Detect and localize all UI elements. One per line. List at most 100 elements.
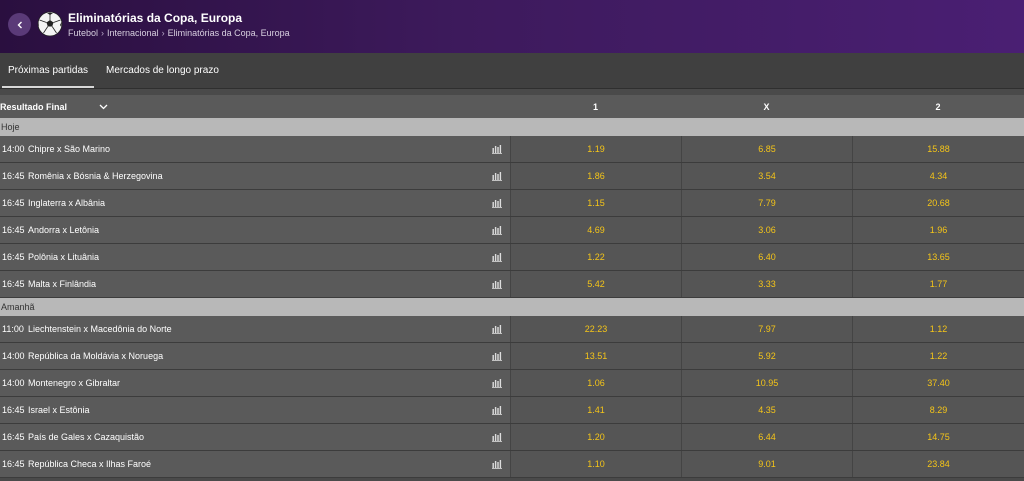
match-row: 16:45 Israel x Estônia 1.41 4.35 8.29 xyxy=(0,397,1024,424)
odd-home[interactable]: 13.51 xyxy=(510,343,681,369)
odd-away[interactable]: 13.65 xyxy=(852,244,1024,270)
match-row: 11:00 Liechtenstein x Macedônia do Norte… xyxy=(0,316,1024,343)
match-time: 11:00 xyxy=(2,324,24,334)
match-teams: País de Gales x Cazaquistão xyxy=(28,432,145,442)
match-info[interactable]: 14:00 Chipre x São Marino xyxy=(0,136,510,162)
match-teams: Israel x Estônia xyxy=(28,405,90,415)
back-button[interactable] xyxy=(8,13,31,36)
match-info[interactable]: 16:45 Inglaterra x Albânia xyxy=(0,190,510,216)
match-teams: Malta x Finlândia xyxy=(28,279,97,289)
bar-chart-icon[interactable] xyxy=(492,460,502,469)
chevron-right-icon: › xyxy=(161,28,165,38)
odd-home[interactable]: 5.42 xyxy=(510,271,681,297)
odd-draw[interactable]: 10.95 xyxy=(681,370,852,396)
match-time: 14:00 xyxy=(2,351,25,361)
odd-draw[interactable]: 4.35 xyxy=(681,397,852,423)
odd-home[interactable]: 4.69 xyxy=(510,217,681,243)
match-time: 14:00 xyxy=(2,144,25,154)
match-teams: Romênia x Bósnia & Herzegovina xyxy=(28,171,163,181)
tab-mercados-longo-prazo[interactable]: Mercados de longo prazo xyxy=(100,53,225,88)
odd-draw[interactable]: 9.01 xyxy=(681,451,852,477)
odd-away[interactable]: 37.40 xyxy=(852,370,1024,396)
bar-chart-icon[interactable] xyxy=(492,325,502,334)
bar-chart-icon[interactable] xyxy=(492,433,502,442)
match-teams: Liechtenstein x Macedônia do Norte xyxy=(28,324,172,334)
odd-draw[interactable]: 3.33 xyxy=(681,271,852,297)
odd-home[interactable]: 1.15 xyxy=(510,190,681,216)
match-time: 16:45 xyxy=(2,405,25,415)
odd-draw[interactable]: 7.97 xyxy=(681,316,852,342)
odd-away[interactable]: 23.84 xyxy=(852,451,1024,477)
odd-away[interactable]: 1.96 xyxy=(852,217,1024,243)
tab-proximas-partidas[interactable]: Próximas partidas xyxy=(2,53,95,88)
match-info[interactable]: 14:00 Montenegro x Gibraltar xyxy=(0,370,510,396)
breadcrumb-item-current: Eliminatórias da Copa, Europa xyxy=(167,28,290,38)
match-teams: Inglaterra x Albânia xyxy=(28,198,106,208)
chevron-down-icon xyxy=(99,104,108,109)
bar-chart-icon[interactable] xyxy=(492,253,502,262)
odd-draw[interactable]: 6.85 xyxy=(681,136,852,162)
match-row: 14:00 Montenegro x Gibraltar 1.06 10.95 … xyxy=(0,370,1024,397)
odd-away[interactable]: 1.77 xyxy=(852,271,1024,297)
day-header: Hoje xyxy=(0,118,1024,136)
tab-bar: Próximas partidas Mercados de longo praz… xyxy=(0,53,1024,89)
bar-chart-icon[interactable] xyxy=(492,226,502,235)
match-info[interactable]: 14:00 República da Moldávia x Noruega xyxy=(0,343,510,369)
odd-home[interactable]: 1.10 xyxy=(510,451,681,477)
match-info[interactable]: 16:45 Malta x Finlândia xyxy=(0,271,510,297)
bar-chart-icon[interactable] xyxy=(492,145,502,154)
bar-chart-icon[interactable] xyxy=(492,199,502,208)
match-info[interactable]: 16:45 Andorra x Letônia xyxy=(0,217,510,243)
odd-draw[interactable]: 5.92 xyxy=(681,343,852,369)
bar-chart-icon[interactable] xyxy=(492,406,502,415)
odd-draw[interactable]: 7.79 xyxy=(681,190,852,216)
day-header: Amanhã xyxy=(0,298,1024,316)
column-header-draw: X xyxy=(763,101,770,112)
odd-away[interactable]: 1.22 xyxy=(852,343,1024,369)
odd-home[interactable]: 1.86 xyxy=(510,163,681,189)
match-info[interactable]: 11:00 Liechtenstein x Macedônia do Norte xyxy=(0,316,510,342)
odd-home[interactable]: 1.20 xyxy=(510,424,681,450)
bar-chart-icon[interactable] xyxy=(492,172,502,181)
match-info[interactable]: 16:45 País de Gales x Cazaquistão xyxy=(0,424,510,450)
odd-home[interactable]: 1.41 xyxy=(510,397,681,423)
match-row: 16:45 Malta x Finlândia 5.42 3.33 1.77 xyxy=(0,271,1024,298)
match-info[interactable]: 16:45 Romênia x Bósnia & Herzegovina xyxy=(0,163,510,189)
odd-draw[interactable]: 6.44 xyxy=(681,424,852,450)
odd-home[interactable]: 1.19 xyxy=(510,136,681,162)
match-info[interactable]: 16:45 Israel x Estônia xyxy=(0,397,510,423)
odd-home[interactable]: 1.06 xyxy=(510,370,681,396)
match-info[interactable]: 16:45 Polônia x Lituânia xyxy=(0,244,510,270)
market-label: Resultado Final xyxy=(0,101,68,112)
odd-away[interactable]: 20.68 xyxy=(852,190,1024,216)
odd-home[interactable]: 22.23 xyxy=(510,316,681,342)
odd-away[interactable]: 8.29 xyxy=(852,397,1024,423)
match-row: 16:45 República Checa x Ilhas Faroé 1.10… xyxy=(0,451,1024,478)
odd-away[interactable]: 14.75 xyxy=(852,424,1024,450)
match-list: Hoje 14:00 Chipre x São Marino 1.19 6.85… xyxy=(0,118,1024,478)
odd-away[interactable]: 4.34 xyxy=(852,163,1024,189)
bar-chart-icon[interactable] xyxy=(492,280,502,289)
breadcrumb-item-futebol[interactable]: Futebol xyxy=(68,28,98,38)
odd-draw[interactable]: 3.54 xyxy=(681,163,852,189)
soccer-ball-icon xyxy=(37,11,63,37)
breadcrumb-item-internacional[interactable]: Internacional xyxy=(107,28,159,38)
market-header: Resultado Final 1 X 2 xyxy=(0,89,1024,118)
page-header: Eliminatórias da Copa, Europa Futebol › … xyxy=(0,0,1024,53)
match-time: 16:45 xyxy=(2,252,25,262)
market-selector[interactable]: Resultado Final xyxy=(0,102,510,112)
page-title: Eliminatórias da Copa, Europa xyxy=(68,11,243,25)
bar-chart-icon[interactable] xyxy=(492,379,502,388)
column-header-away: 2 xyxy=(935,101,941,112)
match-info[interactable]: 16:45 República Checa x Ilhas Faroé xyxy=(0,451,510,477)
bar-chart-icon[interactable] xyxy=(492,352,502,361)
odd-away[interactable]: 1.12 xyxy=(852,316,1024,342)
odd-away[interactable]: 15.88 xyxy=(852,136,1024,162)
match-time: 14:00 xyxy=(2,378,25,388)
odd-home[interactable]: 1.22 xyxy=(510,244,681,270)
odd-draw[interactable]: 6.40 xyxy=(681,244,852,270)
column-header-home: 1 xyxy=(592,101,598,112)
odd-draw[interactable]: 3.06 xyxy=(681,217,852,243)
match-time: 16:45 xyxy=(2,225,25,235)
match-row: 16:45 Inglaterra x Albânia 1.15 7.79 20.… xyxy=(0,190,1024,217)
